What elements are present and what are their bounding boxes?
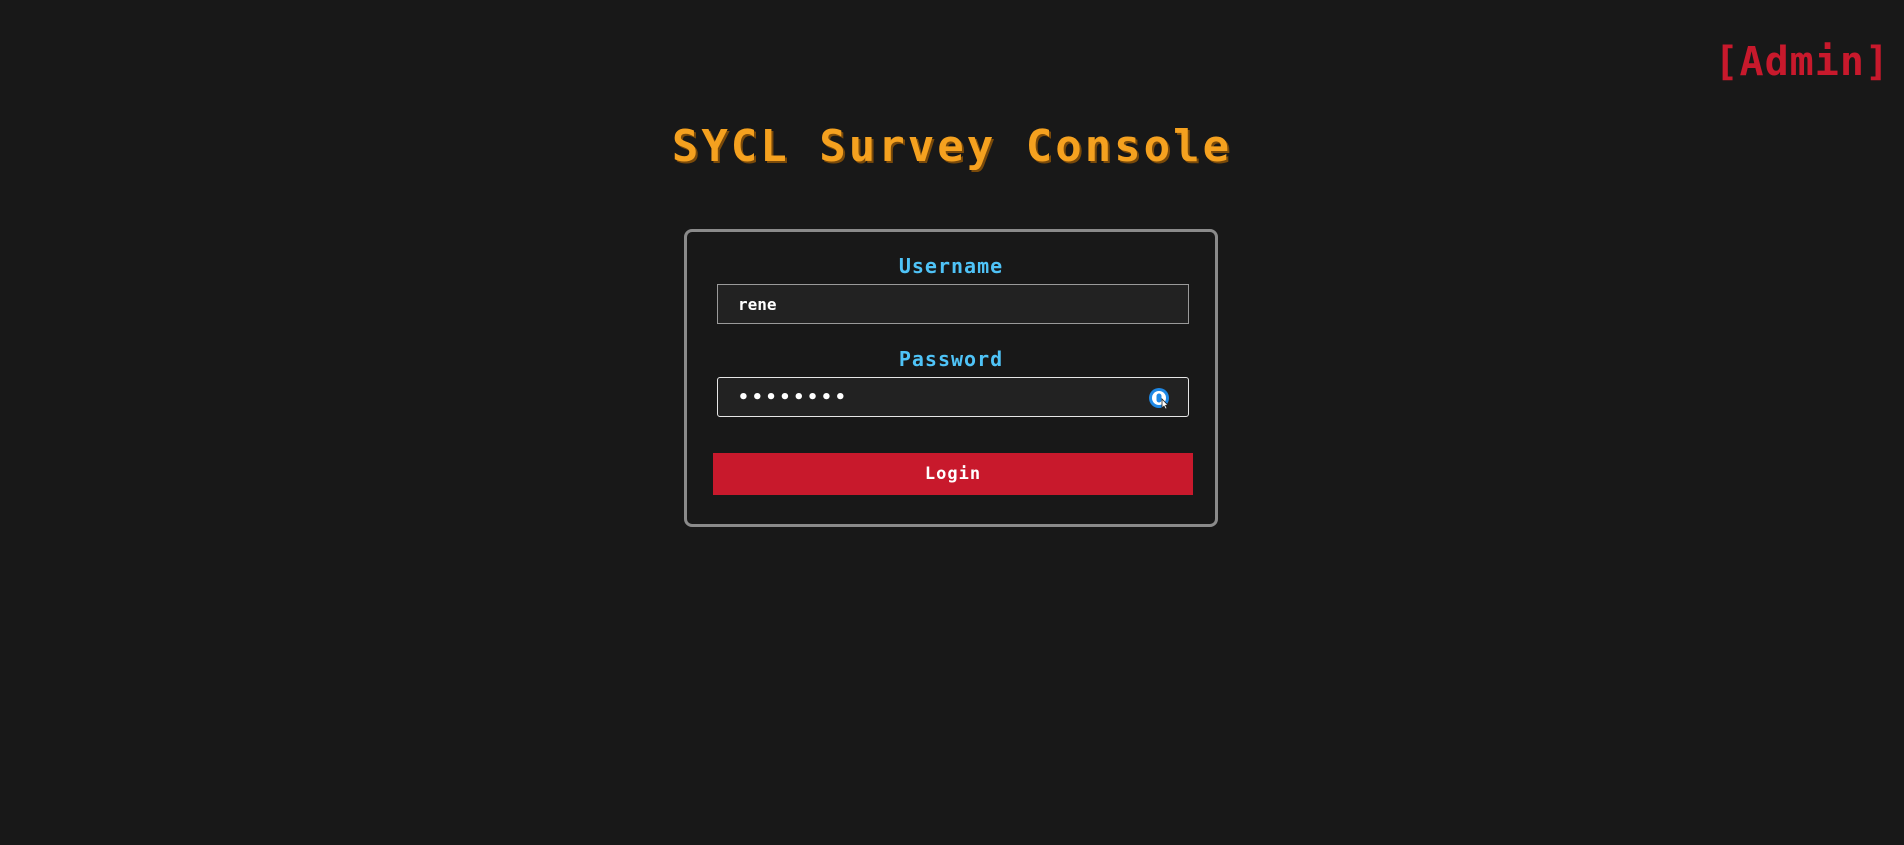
username-input[interactable] bbox=[717, 284, 1189, 324]
admin-link[interactable]: [Admin] bbox=[1714, 38, 1890, 86]
password-input[interactable] bbox=[717, 377, 1189, 417]
login-button[interactable]: Login bbox=[713, 453, 1193, 495]
login-card: Username Password Login bbox=[684, 229, 1218, 527]
username-label: Username bbox=[898, 254, 1004, 278]
password-label: Password bbox=[898, 347, 1004, 371]
password-manager-icon[interactable] bbox=[1148, 387, 1170, 410]
page-title: SYCL Survey Console bbox=[671, 121, 1233, 172]
